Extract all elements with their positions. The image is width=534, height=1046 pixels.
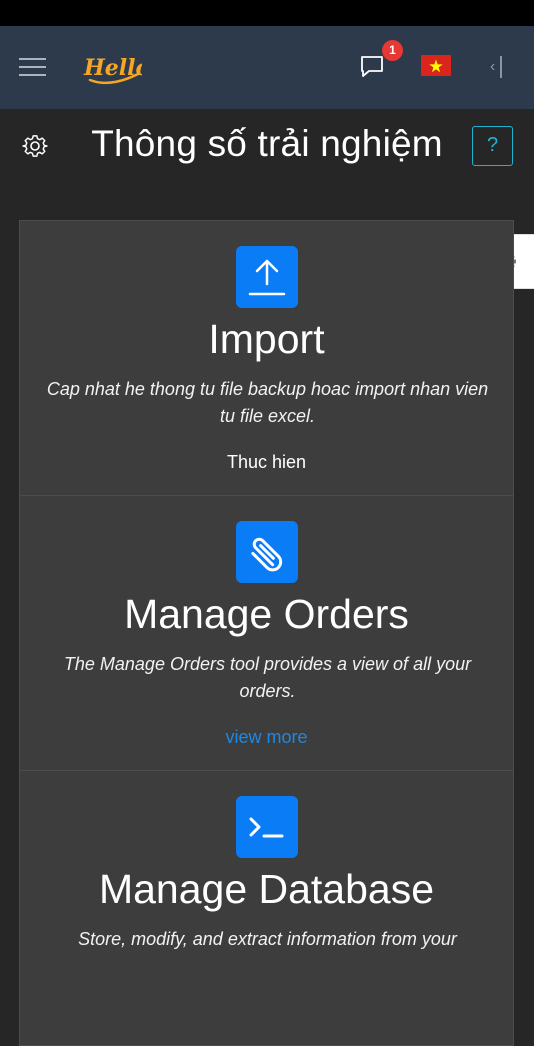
status-bar xyxy=(0,0,534,26)
import-card: Import Cap nhat he thong tu file backup … xyxy=(19,220,514,496)
card-description: Store, modify, and extract information f… xyxy=(78,929,457,949)
page-header: Thông số trải nghiệm ? xyxy=(0,109,534,184)
manage-orders-card: Manage Orders The Manage Orders tool pro… xyxy=(19,496,514,771)
card-description: Cap nhat he thong tu file backup hoac im… xyxy=(46,379,489,426)
chevron-left-icon: ‹ xyxy=(490,58,496,75)
vietnam-flag-icon[interactable] xyxy=(421,55,451,76)
chat-bubble-icon xyxy=(361,56,383,77)
chat-button[interactable] xyxy=(358,52,386,80)
collapse-panel-button[interactable]: ‹ xyxy=(488,56,508,78)
tool-cards: Import Cap nhat he thong tu file backup … xyxy=(19,220,514,1046)
card-description: The Manage Orders tool provides a view o… xyxy=(63,654,472,701)
card-title: Import xyxy=(208,316,325,362)
top-navbar: Hello 1 ‹ xyxy=(0,26,534,109)
notification-badge: 1 xyxy=(382,40,403,61)
manage-database-card: Manage Database Store, modify, and extra… xyxy=(19,771,514,1046)
terminal-icon xyxy=(249,817,284,838)
page-title: Thông số trải nghiệm xyxy=(91,123,443,164)
import-icon-tile[interactable] xyxy=(236,246,298,308)
orders-icon-tile[interactable] xyxy=(236,521,298,583)
card-action-link[interactable]: Thuc hien xyxy=(20,452,513,473)
gear-icon[interactable] xyxy=(22,133,48,159)
database-icon-tile[interactable] xyxy=(236,796,298,858)
menu-icon[interactable] xyxy=(19,58,46,76)
help-button[interactable]: ? xyxy=(472,126,513,166)
paperclip-icon xyxy=(251,537,283,572)
card-title: Manage Database xyxy=(98,866,435,912)
card-title: Manage Orders xyxy=(124,591,409,637)
hello-logo: Hello xyxy=(83,55,142,85)
upload-icon xyxy=(248,259,286,296)
view-more-link[interactable]: view more xyxy=(20,727,513,748)
